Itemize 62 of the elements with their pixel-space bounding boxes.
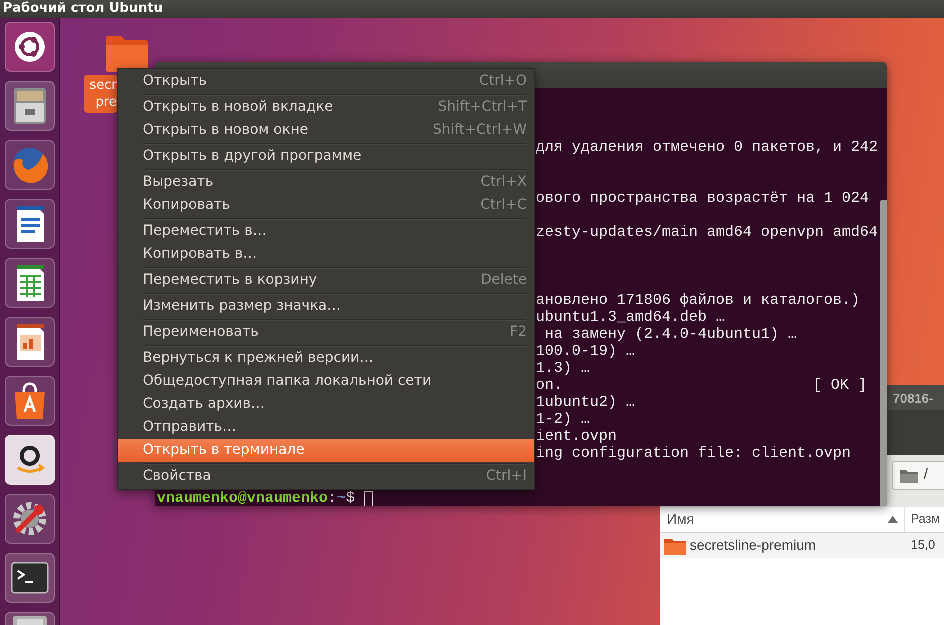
menu-label: Создать архив… — [143, 395, 266, 414]
shortcut-text: Ctrl+C — [480, 196, 527, 215]
menu-label: Открыть — [143, 72, 207, 91]
menu-label: Вырезать — [143, 173, 214, 192]
menu-item[interactable]: Переместить в… — [118, 220, 534, 243]
shortcut-text: Shift+Ctrl+T — [438, 98, 527, 117]
shortcut-text: Ctrl+O — [479, 72, 527, 91]
terminal-text: ing configuration file: client.ovpn — [536, 445, 852, 462]
menu-item[interactable]: Открыть в новой вкладке Shift+Ctrl+T — [118, 96, 534, 119]
menu-label: Открыть в новой вкладке — [143, 98, 334, 117]
menu-label: Открыть в другой программе — [143, 147, 362, 166]
menu-item[interactable]: Открыть Ctrl+O — [118, 70, 534, 93]
terminal-text: ubuntu1.3_amd64.deb … — [536, 309, 726, 326]
terminal-text: для удаления отмечено 0 пакетов, и 242 — [536, 139, 878, 156]
menu-item[interactable]: Переименовать F2 — [118, 321, 534, 344]
terminal-text: ового пространства возрастёт на 1 024 — [536, 190, 870, 207]
menu-item[interactable]: Переместить в корзину Delete — [118, 269, 534, 292]
menu-label: Отправить… — [143, 418, 237, 437]
menu-label: Открыть в новом окне — [143, 121, 308, 140]
menu-label: Переместить в корзину — [143, 271, 318, 290]
terminal-text: на замену (2.4.0-4ubuntu1) … — [544, 326, 798, 343]
menu-label: Переименовать — [143, 323, 259, 342]
column-header[interactable]: Разм — [905, 507, 940, 532]
terminal-text: 100.0-19) … — [536, 343, 636, 360]
shortcut-text: Ctrl+I — [486, 467, 527, 486]
terminal-text: ient.ovpn — [536, 428, 618, 445]
menu-label: Свойства — [143, 467, 212, 486]
terminal-text: ановлено 171806 файлов и каталогов.) — [536, 292, 860, 309]
menu-item[interactable]: Свойства Ctrl+I — [118, 465, 534, 488]
file-size: 15,0 — [910, 537, 936, 554]
shortcut-text: Delete — [481, 271, 527, 290]
file-name[interactable]: secretsline-premium — [690, 535, 816, 556]
shortcut-text: F2 — [510, 323, 527, 342]
menu-item[interactable]: Копировать Ctrl+C — [118, 194, 534, 217]
column-header[interactable]: Имя — [660, 507, 905, 532]
menu-item[interactable]: Вырезать Ctrl+X — [118, 171, 534, 194]
terminal-text: 1.3) … — [536, 360, 590, 377]
window-title: Рабочий стол Ubuntu — [3, 1, 164, 16]
terminal-text: 1ubuntu2) … — [536, 394, 636, 411]
terminal-text: zesty-updates/main amd64 openvpn amd64 — [536, 224, 878, 241]
menu-label: Вернуться к прежней версии… — [143, 349, 374, 368]
window-title: 70816- — [893, 390, 934, 408]
menu-item[interactable]: Открыть в новом окне Shift+Ctrl+W — [118, 119, 534, 142]
menu-item[interactable]: Общедоступная папка локальной сети — [118, 370, 534, 393]
menu-item[interactable]: Изменить размер значка… — [118, 295, 534, 318]
menu-item[interactable]: Отправить… — [118, 416, 534, 439]
menu-label: Копировать в… — [143, 245, 258, 264]
menu-label: Переместить в… — [143, 222, 267, 241]
shortcut-text: Ctrl+X — [480, 173, 527, 192]
menu-label: Общедоступная папка локальной сети — [143, 372, 432, 391]
location-button[interactable]: / — [892, 461, 944, 490]
menu-item[interactable]: Создать архив… — [118, 393, 534, 416]
menu-item[interactable]: Копировать в… — [118, 243, 534, 266]
menu-item[interactable]: Вернуться к прежней версии… — [118, 347, 534, 370]
menu-label: Открыть в терминале — [143, 441, 305, 460]
menu-item[interactable]: Открыть в другой программе — [118, 145, 534, 168]
terminal-text: 1-2) … — [536, 411, 590, 428]
status-text: [ OK ] — [813, 377, 868, 394]
menu-label: Изменить размер значка… — [143, 297, 342, 316]
shortcut-text: Shift+Ctrl+W — [432, 121, 527, 140]
terminal-text: on. — [536, 377, 564, 394]
menu-label: Копировать — [143, 196, 230, 215]
